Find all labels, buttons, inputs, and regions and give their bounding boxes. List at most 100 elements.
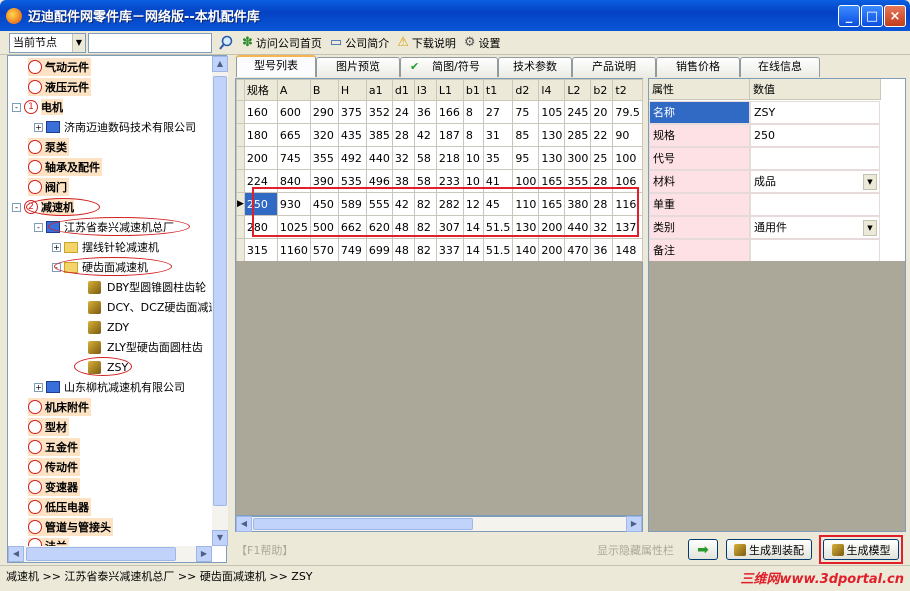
table-cell[interactable]: 745: [276, 146, 311, 170]
table-cell[interactable]: 749: [337, 238, 367, 262]
table-cell[interactable]: 315: [243, 238, 278, 262]
property-value[interactable]: [750, 239, 880, 262]
grid-hscroll-thumb[interactable]: [253, 518, 473, 530]
tree-node-cycloid-reducer[interactable]: + 摆线针轮减速机: [52, 238, 159, 256]
table-cell[interactable]: 130: [538, 146, 566, 170]
tree-node-valves[interactable]: 阀门: [28, 178, 69, 196]
table-cell[interactable]: 200: [538, 238, 566, 262]
expand-icon[interactable]: +: [34, 122, 43, 132]
table-cell[interactable]: 435: [337, 123, 367, 147]
tree-node-pipes[interactable]: 管道与管接头: [28, 518, 113, 536]
column-header[interactable]: a1: [365, 79, 393, 101]
tree-node-transmission[interactable]: 传动件: [28, 458, 80, 476]
chevron-down-icon[interactable]: ▼: [863, 220, 877, 236]
tab-sales-price[interactable]: 销售价格: [656, 57, 740, 77]
table-cell[interactable]: 27: [482, 100, 514, 124]
tree-node-jinan-company[interactable]: + 济南迈迪数码技术有限公司: [34, 118, 196, 136]
search-icon[interactable]: [218, 35, 234, 51]
show-hidden-props-label[interactable]: 显示隐藏属性栏: [597, 542, 674, 558]
tree-node-low-voltage[interactable]: 低压电器: [28, 498, 91, 516]
tree-node-bearings[interactable]: 轴承及配件: [28, 158, 102, 176]
table-cell[interactable]: 470: [564, 238, 592, 262]
scroll-down-icon[interactable]: ▼: [212, 530, 228, 546]
visit-site-button[interactable]: ✽ 访问公司首页: [242, 35, 322, 51]
tab-image-preview[interactable]: 图片预览: [316, 57, 400, 77]
table-cell[interactable]: 42: [413, 123, 437, 147]
row-header[interactable]: [236, 100, 245, 124]
table-cell[interactable]: 355: [309, 146, 339, 170]
table-cell[interactable]: 570: [309, 238, 339, 262]
table-cell[interactable]: 36: [413, 100, 437, 124]
column-header[interactable]: l4: [538, 79, 566, 101]
arrow-right-button[interactable]: ➡: [688, 539, 718, 560]
table-cell[interactable]: 160: [243, 100, 278, 124]
scroll-left-icon[interactable]: ◀: [8, 546, 24, 562]
table-cell[interactable]: 51.5: [482, 238, 514, 262]
table-cell[interactable]: 105: [538, 100, 566, 124]
property-value[interactable]: [750, 147, 880, 170]
property-value[interactable]: ZSY: [750, 101, 880, 124]
close-button[interactable]: ×: [884, 5, 906, 27]
property-value[interactable]: 成品 ▼: [750, 170, 880, 193]
row-header[interactable]: [236, 169, 245, 193]
generate-assembly-button[interactable]: 生成到装配: [726, 539, 812, 560]
table-cell[interactable]: 14: [462, 238, 484, 262]
f1-help-label[interactable]: 【F1帮助】: [236, 542, 293, 558]
table-row[interactable]: 315 1160 570 749 699 48 82 337 14 51.5 140 200 470 36…: [236, 238, 643, 262]
table-cell[interactable]: 140: [512, 238, 540, 262]
tab-online-info[interactable]: 在线信息: [740, 57, 820, 77]
column-header[interactable]: t1: [482, 79, 514, 101]
scroll-right-icon[interactable]: ▶: [196, 546, 212, 562]
tab-sketch-symbol[interactable]: ✔ 简图/符号: [400, 57, 498, 77]
table-cell[interactable]: 8: [462, 100, 484, 124]
table-cell[interactable]: 95: [512, 146, 540, 170]
column-header[interactable]: b2: [590, 79, 614, 101]
column-header[interactable]: l3: [413, 79, 437, 101]
tree-node-motor[interactable]: -1 电机: [12, 98, 63, 116]
table-row[interactable]: 180 665 320 435 385 28 42 187 8 31 85 130 285 22 90: [236, 123, 643, 147]
collapse-icon[interactable]: -: [34, 222, 43, 232]
tree-node-profiles[interactable]: 型材: [28, 418, 69, 436]
column-header[interactable]: t2: [612, 79, 643, 101]
column-header[interactable]: 规格: [243, 79, 278, 101]
column-header[interactable]: A: [276, 79, 311, 101]
table-cell[interactable]: 375: [337, 100, 367, 124]
table-cell[interactable]: 187: [435, 123, 464, 147]
table-cell[interactable]: 385: [365, 123, 393, 147]
property-row[interactable]: 类别 通用件 ▼: [649, 216, 881, 239]
property-value[interactable]: 250: [750, 124, 880, 147]
minimize-button[interactable]: _: [838, 5, 860, 27]
column-header[interactable]: d2: [512, 79, 540, 101]
table-cell[interactable]: 90: [612, 123, 643, 147]
property-value[interactable]: [750, 193, 880, 216]
column-header[interactable]: B: [309, 79, 339, 101]
table-cell[interactable]: 85: [512, 123, 540, 147]
table-row[interactable]: 160 600 290 375 352 24 36 166 8 27 75 105 245 20 79.5: [236, 100, 643, 124]
table-cell[interactable]: 58: [413, 146, 437, 170]
collapse-icon[interactable]: -: [12, 202, 21, 212]
tree-node-gearbox[interactable]: 变速器: [28, 478, 80, 496]
column-header[interactable]: H: [337, 79, 367, 101]
grid-horizontal-scrollbar[interactable]: ◀ ▶: [235, 516, 643, 532]
scroll-right-icon[interactable]: ▶: [626, 516, 642, 532]
node-select-dropdown[interactable]: 当前节点 ▼: [9, 32, 86, 53]
scroll-left-icon[interactable]: ◀: [236, 516, 252, 532]
column-header[interactable]: L2: [564, 79, 592, 101]
table-cell[interactable]: 320: [309, 123, 339, 147]
property-row[interactable]: 备注: [649, 239, 881, 262]
tree-node-pumps[interactable]: 泵类: [28, 138, 69, 156]
chevron-down-icon[interactable]: ▼: [863, 174, 877, 190]
table-cell[interactable]: 28: [391, 123, 415, 147]
table-cell[interactable]: 75: [512, 100, 540, 124]
tab-product-desc[interactable]: 产品说明: [572, 57, 656, 77]
table-cell[interactable]: 130: [538, 123, 566, 147]
property-row[interactable]: 单重: [649, 193, 881, 216]
table-cell[interactable]: 300: [564, 146, 592, 170]
tree-node-hardware[interactable]: 五金件: [28, 438, 80, 456]
table-cell[interactable]: 200: [243, 146, 278, 170]
chevron-down-icon[interactable]: ▼: [72, 33, 85, 52]
collapse-icon[interactable]: -: [12, 102, 21, 112]
tree-scroll-thumb[interactable]: [213, 76, 227, 506]
table-cell[interactable]: 600: [276, 100, 311, 124]
table-cell[interactable]: 79.5: [612, 100, 643, 124]
